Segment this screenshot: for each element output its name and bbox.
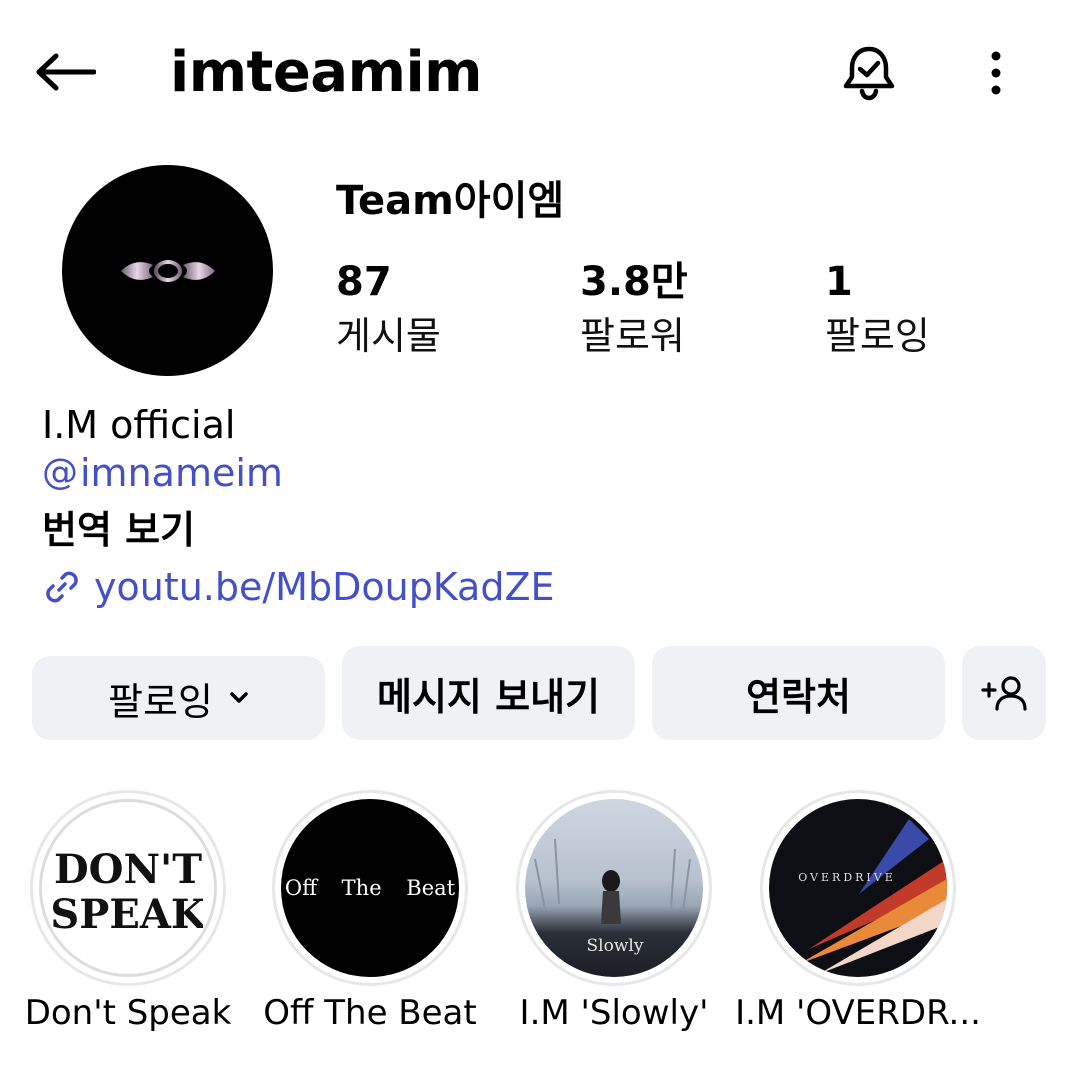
- highlight-cover: Off The Beat: [281, 799, 459, 977]
- highlight-item[interactable]: Off The Beat Off The Beat: [263, 790, 477, 1033]
- threads-link[interactable]: @ imnameim: [42, 448, 283, 498]
- avatar[interactable]: [62, 165, 273, 376]
- stat-posts[interactable]: 87 게시물: [336, 256, 441, 364]
- highlight-ring: DON'T SPEAK: [30, 790, 226, 986]
- bell-check-icon: [843, 46, 895, 101]
- add-user-button[interactable]: [962, 646, 1046, 740]
- threads-handle: imnameim: [80, 451, 283, 495]
- link-icon: [46, 571, 78, 603]
- arrow-left-icon: [36, 53, 96, 91]
- following-button-label: 팔로잉: [108, 679, 213, 724]
- contact-button[interactable]: 연락처: [652, 646, 945, 740]
- bio-name: I.M official: [42, 403, 236, 447]
- stat-followers[interactable]: 3.8만 팔로워: [580, 256, 688, 364]
- highlight-title: Off The Beat: [263, 993, 477, 1033]
- cover-text: Off The Beat: [284, 876, 456, 900]
- more-vertical-icon: [991, 51, 1001, 95]
- posts-count: 87: [336, 259, 392, 305]
- message-button[interactable]: 메시지 보내기: [342, 646, 635, 740]
- overdrive-cover-art: OVERDRIVE: [798, 819, 947, 974]
- highlight-title: Don't Speak: [24, 993, 232, 1033]
- highlight-cover: DON'T SPEAK: [39, 799, 217, 977]
- cover-text-2: SPEAK: [53, 891, 203, 938]
- posts-label: 게시물: [336, 314, 441, 358]
- logo-icon: [120, 259, 215, 282]
- website-link[interactable]: youtu.be/MbDoupKadZE: [42, 562, 555, 612]
- highlight-title: I.M 'OVERDR...: [735, 993, 981, 1033]
- highlight-cover: Slowly: [525, 799, 703, 977]
- cover-text-1: DON'T: [54, 846, 202, 893]
- highlight-ring: Slowly: [516, 790, 712, 986]
- following-label: 팔로잉: [825, 314, 930, 358]
- translate-link[interactable]: 번역 보기: [42, 505, 195, 555]
- display-name: Team아이엠: [336, 178, 565, 224]
- following-count: 1: [825, 259, 853, 305]
- cover-text: Slowly: [587, 936, 644, 956]
- chevron-down-icon: [230, 692, 248, 703]
- following-button[interactable]: 팔로잉: [32, 656, 325, 740]
- highlight-ring: OVERDRIVE: [760, 790, 956, 986]
- website-url: youtu.be/MbDoupKadZE: [94, 565, 555, 609]
- followers-count: 3.8만: [580, 259, 688, 305]
- more-options-button[interactable]: [966, 40, 1026, 106]
- highlight-item[interactable]: DON'T SPEAK Don't Speak: [25, 790, 231, 1033]
- slowly-cover-art: Slowly: [534, 838, 691, 956]
- followers-label: 팔로워: [580, 314, 685, 358]
- threads-icon: @: [42, 452, 78, 493]
- highlight-item[interactable]: OVERDRIVE I.M 'OVERDR...: [735, 790, 981, 1033]
- highlight-item[interactable]: Slowly I.M 'Slowly': [516, 790, 712, 1033]
- page-title: imteamim: [170, 40, 482, 105]
- add-user-icon: [981, 676, 1027, 711]
- highlight-title: I.M 'Slowly': [519, 993, 709, 1033]
- highlight-ring: Off The Beat: [272, 790, 468, 986]
- stat-following[interactable]: 1 팔로잉: [825, 256, 930, 364]
- cover-text: OVERDRIVE: [798, 871, 896, 884]
- back-button[interactable]: [30, 40, 100, 104]
- dont-speak-cover-art: DON'T SPEAK: [53, 846, 203, 938]
- highlight-cover: OVERDRIVE: [769, 799, 947, 977]
- notifications-button[interactable]: [836, 40, 902, 106]
